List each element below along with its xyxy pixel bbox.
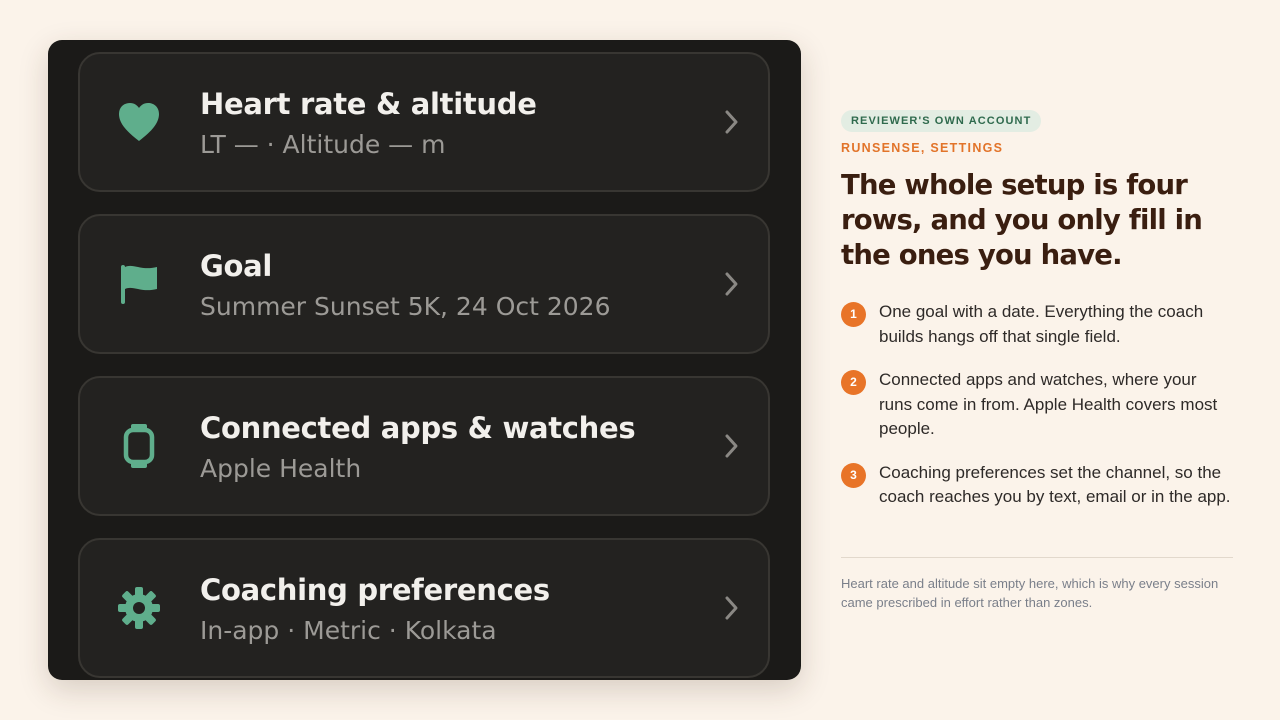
heart-icon <box>116 99 162 145</box>
point-text: One goal with a date. Everything the coa… <box>879 302 1204 346</box>
chevron-right-icon <box>722 271 740 297</box>
account-badge: REVIEWER'S OWN ACCOUNT <box>841 110 1042 132</box>
settings-row-connected-apps[interactable]: Connected apps & watches Apple Health <box>78 376 770 516</box>
settings-row-goal[interactable]: Goal Summer Sunset 5K, 24 Oct 2026 <box>78 214 770 354</box>
row-title: Connected apps & watches <box>200 411 636 445</box>
chevron-right-icon <box>722 109 740 135</box>
settings-row-coaching-preferences[interactable]: Coaching preferences In-app · Metric · K… <box>78 538 770 678</box>
flag-icon <box>116 261 162 307</box>
step-number: 3 <box>841 462 866 488</box>
section-kicker: RUNSENSE, SETTINGS <box>841 141 1004 155</box>
row-subtitle: Apple Health <box>200 454 362 483</box>
list-item: 3 Coaching preferences set the channel, … <box>841 461 1233 510</box>
chevron-right-icon <box>722 433 740 459</box>
divider <box>841 557 1233 558</box>
chevron-right-icon <box>722 595 740 621</box>
list-item: 2 Connected apps and watches, where your… <box>841 368 1233 442</box>
point-list: 1 One goal with a date. Everything the c… <box>841 300 1233 529</box>
watch-icon <box>116 423 162 469</box>
gear-icon <box>116 585 162 631</box>
app-screenshot: Heart rate & altitude LT — · Altitude — … <box>48 40 801 680</box>
row-text: Connected apps & watches Apple Health <box>200 408 636 488</box>
point-text: Coaching preferences set the channel, so… <box>879 462 1231 507</box>
row-text: Coaching preferences In-app · Metric · K… <box>200 570 550 650</box>
step-number: 2 <box>841 370 866 395</box>
row-subtitle: In-app · Metric · Kolkata <box>200 616 497 645</box>
step-number: 1 <box>841 302 866 327</box>
row-title: Heart rate & altitude <box>200 87 537 121</box>
footnote: Heart rate and altitude sit empty here, … <box>841 576 1219 610</box>
row-title: Goal <box>200 249 273 283</box>
row-text: Heart rate & altitude LT — · Altitude — … <box>200 84 537 164</box>
point-text: Connected apps and watches, where your r… <box>879 370 1218 438</box>
row-title: Coaching preferences <box>200 573 550 607</box>
page-title: The whole setup is four rows, and you on… <box>841 169 1203 271</box>
row-subtitle: LT — · Altitude — m <box>200 130 446 159</box>
settings-row-heart-rate[interactable]: Heart rate & altitude LT — · Altitude — … <box>78 52 770 192</box>
row-text: Goal Summer Sunset 5K, 24 Oct 2026 <box>200 246 611 326</box>
list-item: 1 One goal with a date. Everything the c… <box>841 300 1233 349</box>
row-subtitle: Summer Sunset 5K, 24 Oct 2026 <box>200 292 611 321</box>
